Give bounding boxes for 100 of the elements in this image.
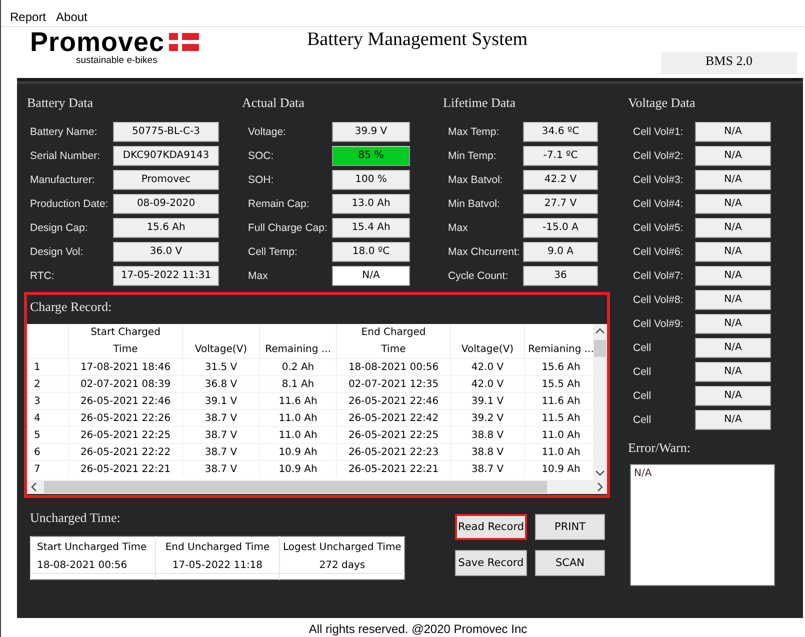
value-field: 42.2 V: [523, 170, 598, 190]
table-cell: 26-05-2021 22:25: [336, 426, 450, 444]
error-text-box[interactable]: N/A: [630, 464, 775, 586]
row-number: 7: [27, 460, 68, 477]
value-field: 36.0 V: [113, 242, 219, 262]
section-heading: Charge Record:: [29, 298, 113, 316]
value-field: N/A: [695, 170, 771, 190]
table-cell: 38.7 V: [182, 410, 260, 426]
table-cell: 38.7 V: [450, 460, 524, 477]
column-header[interactable]: Logest Uncharged Time: [280, 536, 404, 557]
column-header[interactable]: Time: [68, 341, 182, 358]
field-label: Production Date:: [30, 198, 110, 210]
value-field: 15.6 Ah: [113, 218, 219, 238]
action-button[interactable]: Save Record: [455, 550, 527, 576]
table-cell: 38.8 V: [450, 426, 524, 444]
action-button[interactable]: Read Record: [455, 514, 527, 540]
table-cell: 26-05-2021 22:46: [336, 392, 450, 410]
field-label: Cycle Count:: [448, 270, 510, 282]
action-button[interactable]: PRINT: [535, 514, 605, 540]
row-number: 6: [27, 444, 68, 460]
field-label: Design Vol:: [30, 246, 84, 258]
scrollbar-thumb[interactable]: [594, 340, 606, 357]
copyright-text: All rights reserved. @2020 Promovec Inc: [308, 622, 528, 636]
value-field: 13.0 Ah: [332, 194, 410, 214]
table-cell: 39.2 V: [450, 410, 524, 426]
column-group-header: End Charged: [336, 324, 450, 341]
value-field: 27.7 V: [523, 194, 598, 214]
table-cell: 42.0 V: [450, 358, 524, 376]
field-label: Cell Vol#7:: [633, 270, 684, 282]
value-field: N/A: [695, 290, 771, 310]
column-header[interactable]: Start Uncharged Time: [30, 536, 156, 557]
value-field: N/A: [695, 386, 771, 406]
value-field: -7.1 ºC: [523, 146, 598, 166]
table-cell: 11.0 Ah: [260, 426, 336, 444]
field-label: Serial Number:: [30, 150, 102, 162]
value-field: DKC907KDA9143: [113, 146, 219, 166]
field-label: SOC:: [248, 150, 275, 162]
table-cell: 38.7 V: [182, 426, 260, 444]
logo-tagline: sustainable e-bikes: [75, 55, 158, 66]
field-label: Cell: [633, 414, 652, 426]
value-field: N/A: [695, 266, 771, 286]
table-cell: 11.6 Ah: [260, 392, 336, 410]
table-cell: 31.5 V: [182, 358, 260, 376]
field-label: Cell Vol#9:: [633, 318, 684, 330]
table-cell: 39.1 V: [450, 392, 524, 410]
row-number: 2: [27, 376, 68, 392]
value-field: 9.0 A: [523, 242, 598, 262]
column-header[interactable]: Time: [336, 341, 450, 358]
menu-item[interactable]: Report: [10, 10, 46, 26]
table-cell: 17-05-2022 11:18: [155, 557, 280, 574]
section-heading: Error/Warn:: [628, 440, 692, 456]
table-cell: 02-07-2021 12:35: [336, 376, 450, 392]
field-label: Cell Vol#1:: [633, 126, 684, 138]
field-label: Remain Cap:: [248, 198, 310, 210]
column-header[interactable]: Remaining ...: [260, 341, 336, 358]
column-header[interactable]: Voltage(V): [182, 341, 260, 358]
table-cell: 18-08-2021 00:56: [336, 358, 450, 376]
menu-item[interactable]: About: [56, 10, 88, 26]
field-label: Design Cap:: [30, 222, 89, 234]
table-cell: 0.2 Ah: [260, 358, 336, 376]
row-number: 3: [27, 392, 68, 410]
value-field: 18.0 ºC: [332, 242, 410, 262]
field-label: Max Chcurrent:: [448, 246, 521, 258]
action-button[interactable]: SCAN: [535, 550, 605, 576]
app-title: Battery Management System: [307, 29, 528, 52]
value-field: N/A: [332, 266, 410, 286]
version-label: BMS 2.0: [661, 52, 797, 74]
row-number: 5: [27, 426, 68, 444]
table-cell: 36.8 V: [182, 376, 260, 392]
value-field: N/A: [695, 194, 771, 214]
table-cell: 10.9 Ah: [260, 444, 336, 460]
field-label: Max Batvol:: [448, 174, 504, 186]
field-label: Cell Temp:: [248, 246, 298, 258]
table-cell: 26-05-2021 22:46: [68, 392, 182, 410]
value-field: N/A: [695, 122, 771, 142]
table-cell: 38.7 V: [182, 444, 260, 460]
table-cell: 17-08-2021 18:46: [68, 358, 182, 376]
field-label: Cell Vol#8:: [633, 294, 684, 306]
section-heading: Battery Data: [27, 95, 94, 111]
row-number: 4: [27, 410, 68, 426]
field-label: Voltage:: [248, 126, 287, 138]
field-label: SOH:: [248, 174, 275, 186]
value-field: -15.0 A: [523, 218, 598, 238]
field-label: Max Temp:: [448, 126, 500, 138]
value-field: 15.4 Ah: [332, 218, 410, 238]
field-label: Manufacturer:: [30, 174, 96, 186]
value-field: N/A: [695, 242, 771, 262]
table-cell: 272 days: [280, 557, 404, 574]
table-cell: 26-05-2021 22:21: [68, 460, 182, 477]
value-field: N/A: [695, 218, 771, 238]
field-label: Cell: [633, 390, 652, 402]
vertical-scrollbar[interactable]: [593, 324, 607, 480]
horizontal-scrollbar[interactable]: [27, 480, 607, 494]
table-cell: 26-05-2021 22:25: [68, 426, 182, 444]
scrollbar-thumb[interactable]: [44, 481, 547, 493]
column-header[interactable]: Voltage(V): [450, 341, 524, 358]
table-cell: 26-05-2021 22:21: [336, 460, 450, 477]
column-header[interactable]: End Uncharged Time: [155, 536, 280, 557]
table-cell: 26-05-2021 22:22: [68, 444, 182, 460]
table-cell: 26-05-2021 22:42: [336, 410, 450, 426]
